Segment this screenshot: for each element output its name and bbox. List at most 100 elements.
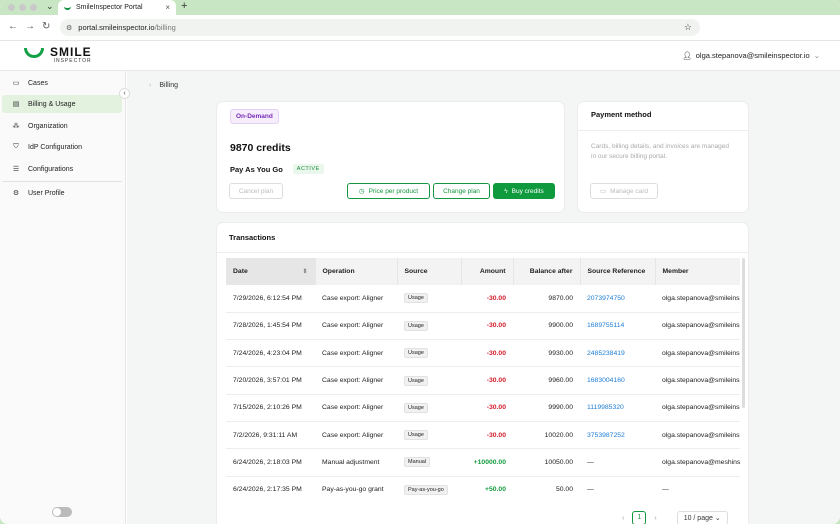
chevron-down-icon: ⌄ — [813, 51, 820, 60]
status-badge: ACTIVE — [292, 164, 324, 174]
transactions-card: Transactions Date ⇕ Operation Source Amou… — [217, 223, 748, 524]
table-row[interactable]: 7/2/2026, 9:31:11 AM Case export: Aligner… — [226, 421, 740, 450]
browser-tab[interactable]: SmileInspector Portal × — [58, 0, 176, 15]
table-row[interactable]: 7/24/2026, 4:23:04 PM Case export: Aligne… — [226, 339, 740, 368]
cell-balance: 50.00 — [513, 476, 580, 498]
cell-member-value: olga.stepanova@smileinsp — [662, 431, 740, 439]
cell-date-value: 6/24/2026, 2:17:35 PM — [233, 486, 302, 494]
table-row[interactable]: 6/24/2026, 2:17:35 PM Pay-as-you-go grant… — [226, 476, 740, 498]
cell-source: Usage — [397, 285, 461, 313]
cell-reference-value[interactable]: 1119985320 — [587, 404, 624, 411]
cell-balance: 9990.00 — [513, 394, 580, 422]
pagination: ‹ 1 › 10 / page ⌄ — [622, 511, 728, 524]
cell-member: — — [655, 476, 740, 498]
transactions-table-wrapper[interactable]: Date ⇕ Operation Source Amount Balance af… — [226, 258, 740, 498]
favicon-icon — [64, 6, 71, 10]
sidebar-item-cases[interactable]: ▭ Cases — [2, 74, 122, 92]
back-icon[interactable]: ← — [8, 21, 18, 32]
tab-close-icon[interactable]: × — [165, 3, 170, 12]
site-info-icon[interactable]: ⚙ — [66, 24, 72, 32]
url-host: portal.smileinspector.io — [78, 23, 155, 32]
prev-page-icon[interactable]: ‹ — [622, 515, 624, 522]
next-page-icon[interactable]: › — [654, 515, 656, 522]
table-row[interactable]: 6/24/2026, 2:18:03 PM Manual adjustment Ma… — [226, 448, 740, 477]
address-bar[interactable]: ⚙ portal.smileinspector.io/billing ☆ — [60, 19, 700, 36]
price-per-product-button[interactable]: ◷ Price per product — [347, 183, 430, 199]
cell-operation: Pay-as-you-go grant — [315, 476, 397, 498]
cell-reference-value[interactable]: 1683004160 — [587, 377, 625, 384]
cell-member-value: — — [662, 486, 669, 494]
cell-operation-value: Manual adjustment — [322, 458, 380, 466]
app-logo[interactable]: SMILE INSPECTOR — [24, 46, 92, 64]
column-header-reference: Source Reference — [580, 258, 656, 285]
table-row[interactable]: 7/29/2026, 6:12:54 PM Case export: Aligne… — [226, 285, 740, 313]
plan-type-badge: On-Demand — [230, 109, 279, 124]
window-close-button[interactable] — [8, 4, 15, 11]
cell-date: 7/29/2026, 6:12:54 PM — [226, 285, 315, 313]
cell-source: Pay-as-you-go — [397, 476, 461, 498]
table-row[interactable]: 7/28/2026, 1:45:54 PM Case export: Aligne… — [226, 312, 740, 341]
cell-reference: 2485238419 — [580, 339, 655, 368]
forward-icon[interactable]: → — [25, 21, 35, 32]
reload-icon[interactable]: ↻ — [42, 21, 50, 32]
tab-list-chevron-icon[interactable]: ⌄ — [46, 1, 54, 12]
collapse-sidebar-button[interactable]: ‹ — [119, 88, 130, 99]
table-scrollbar[interactable] — [742, 258, 745, 408]
cancel-plan-button[interactable]: Cancel plan — [229, 183, 283, 199]
cell-reference-value[interactable]: 2485238419 — [587, 350, 625, 357]
table-row[interactable]: 7/20/2026, 3:57:01 PM Case export: Aligne… — [226, 366, 740, 395]
cell-member-value: olga.stepanova@smileinsp — [662, 404, 740, 412]
cell-source: Usage — [397, 339, 461, 368]
cell-date-value: 6/24/2026, 2:18:03 PM — [233, 458, 302, 466]
cell-reference: 1119985320 — [580, 394, 655, 422]
breadcrumb-separator-icon: › — [149, 82, 152, 89]
cell-date: 7/2/2026, 9:31:11 AM — [226, 421, 315, 450]
sidebar-item-label: Cases — [28, 79, 48, 87]
sidebar-item-organization[interactable]: ⁂ Organization — [2, 117, 122, 135]
cell-balance: 9900.00 — [513, 312, 580, 341]
sidebar-item-user-profile[interactable]: ⚙ User Profile — [2, 184, 122, 202]
cell-source-value: Usage — [404, 348, 428, 359]
cell-reference-value[interactable]: 1689755114 — [587, 322, 624, 329]
cell-reference-value[interactable]: 2073974750 — [587, 295, 625, 302]
column-header-date[interactable]: Date ⇕ — [226, 258, 316, 285]
buy-credits-button[interactable]: ϟ Buy credits — [493, 183, 555, 199]
cell-amount-value: -30.00 — [486, 349, 506, 357]
cell-amount-value: -30.00 — [486, 431, 506, 439]
change-plan-button[interactable]: Change plan — [433, 183, 490, 199]
table-row[interactable]: 7/15/2026, 2:10:26 PM Case export: Aligne… — [226, 394, 740, 422]
sidebar-item-billing[interactable]: ▤ Billing & Usage — [2, 95, 122, 113]
cell-date: 7/20/2026, 3:57:01 PM — [226, 366, 315, 395]
payment-method-card: Payment method Cards, billing details, a… — [578, 102, 748, 212]
cell-reference-value[interactable]: 3753987252 — [587, 432, 625, 439]
cell-date: 6/24/2026, 2:18:03 PM — [226, 448, 315, 477]
sidebar: ▭ Cases ▤ Billing & Usage ⁂ Organization… — [0, 71, 126, 524]
window-minimize-button[interactable] — [19, 4, 26, 11]
page-size-select[interactable]: 10 / page ⌄ — [676, 511, 728, 524]
cell-operation-value: Case export: Aligner — [322, 349, 384, 357]
shield-icon: ⛉ — [13, 143, 19, 150]
column-header-label: Date — [233, 268, 248, 275]
clock-icon: ◷ — [358, 188, 365, 195]
cell-reference: 3753987252 — [580, 421, 655, 450]
new-tab-button[interactable]: + — [181, 0, 187, 12]
cell-balance: 10020.00 — [513, 421, 580, 450]
window-maximize-button[interactable] — [30, 4, 37, 11]
cell-member: olga.stepanova@smileinsp — [655, 421, 740, 450]
breadcrumb-current: Billing — [159, 82, 179, 89]
change-plan-label: Change plan — [443, 187, 480, 195]
sidebar-item-label: Configurations — [28, 165, 74, 173]
bookmark-star-icon[interactable]: ☆ — [684, 22, 692, 33]
bolt-icon: ϟ — [504, 187, 508, 195]
sidebar-item-idp[interactable]: ⛉ IdP Configuration — [2, 138, 122, 156]
cell-operation: Case export: Aligner — [315, 285, 397, 313]
page-number-button[interactable]: 1 — [632, 511, 647, 524]
cell-member: olga.stepanova@smileinsp — [655, 312, 740, 341]
theme-toggle[interactable] — [52, 507, 72, 517]
cell-date-value: 7/29/2026, 6:12:54 PM — [233, 294, 302, 302]
manage-card-button[interactable]: ▭ Manage card — [590, 183, 658, 199]
sidebar-item-configurations[interactable]: ☰ Configurations — [2, 160, 122, 178]
cell-operation: Case export: Aligner — [315, 366, 397, 395]
user-menu[interactable]: 👤︎ olga.stepanova@smileinspector.io ⌄ — [682, 51, 820, 60]
sort-icon[interactable]: ⇕ — [302, 268, 307, 275]
